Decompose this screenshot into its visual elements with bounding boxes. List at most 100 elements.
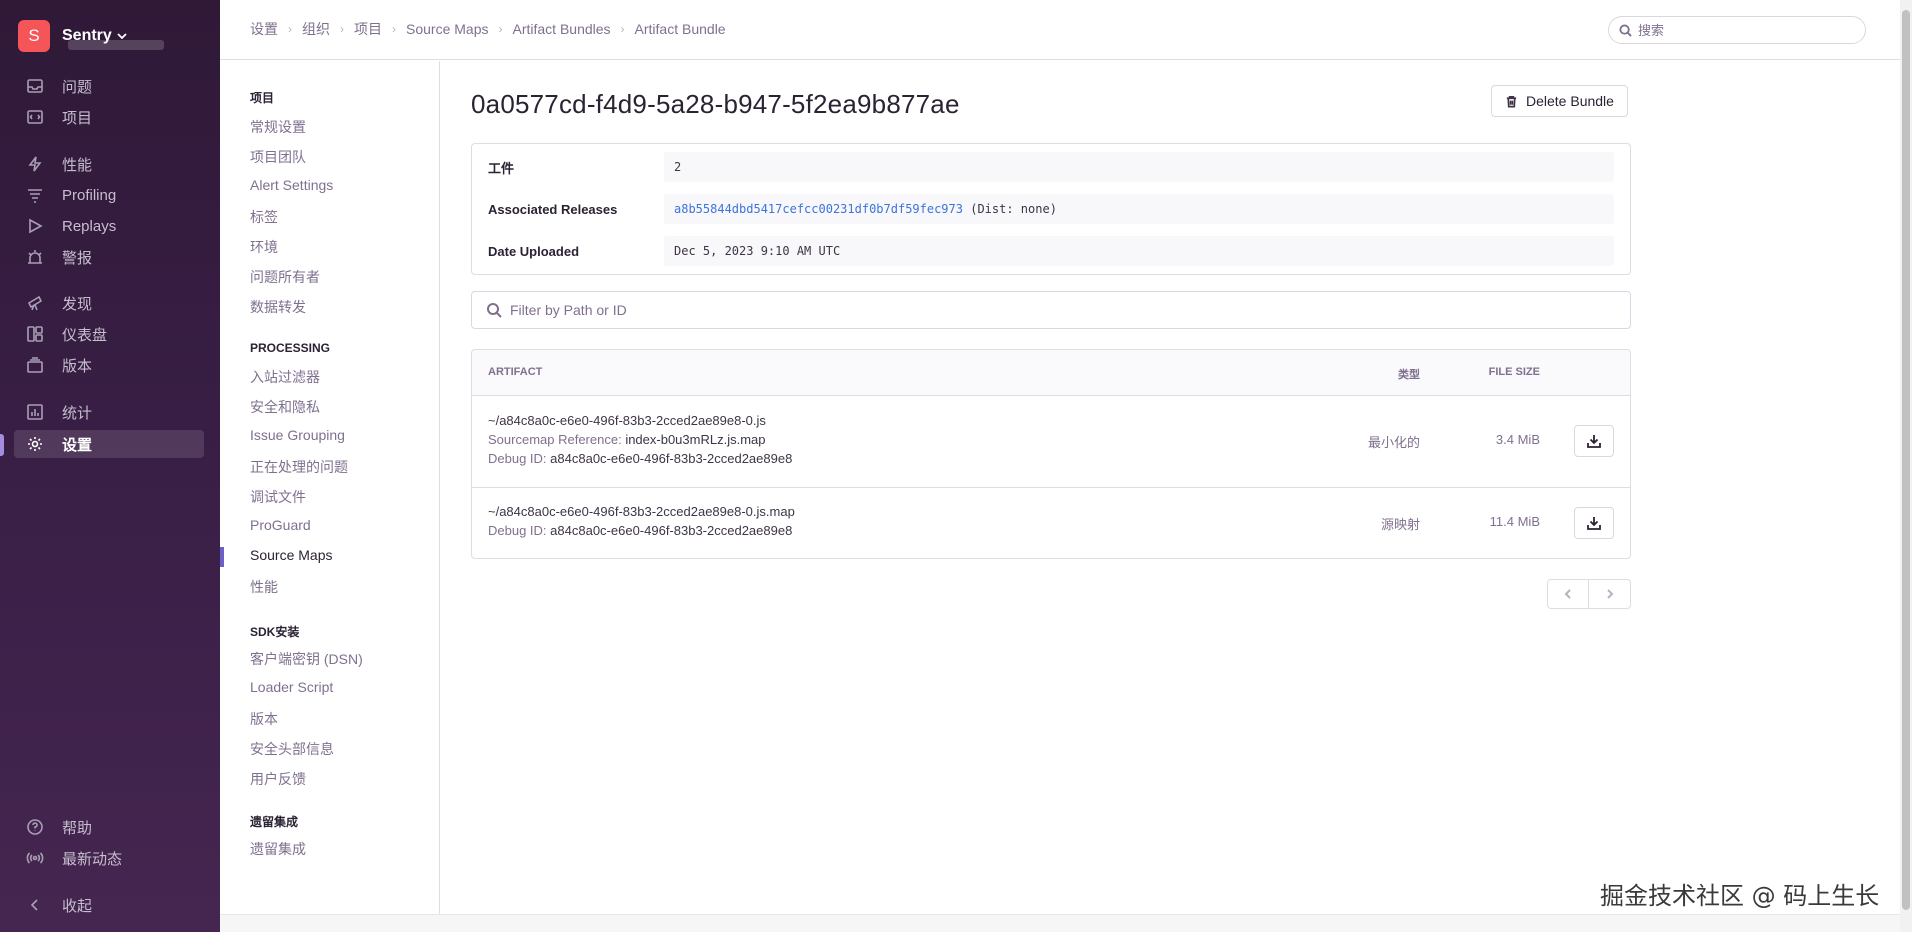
detail-value: 2 [664, 152, 1614, 182]
breadcrumb-item[interactable]: 设置 [250, 19, 278, 39]
main-content: 0a0577cd-f4d9-5a28-b947-5f2ea9b877ae Del… [441, 61, 1900, 914]
sidebar-item-whats-new[interactable]: 最新动态 [14, 844, 204, 872]
sidebar-item-stats[interactable]: 统计 [14, 398, 204, 426]
subnav-item[interactable]: 常规设置 [250, 117, 306, 137]
subnav-item[interactable]: 遗留集成 [250, 839, 306, 859]
sidebar-item-profiling[interactable]: Profiling [14, 181, 204, 209]
sidebar-item-releases[interactable]: 版本 [14, 351, 204, 379]
artifact-path: ~/a84c8a0c-e6e0-496f-83b3-2cced2ae89e8-0… [488, 504, 795, 519]
download-icon [1587, 517, 1601, 530]
chevron-right-icon [1606, 589, 1613, 599]
debug-id-value: a84c8a0c-e6e0-496f-83b3-2cced2ae89e8 [550, 451, 793, 466]
subnav-item[interactable]: Loader Script [250, 679, 333, 695]
sidebar-item-discover[interactable]: 发现 [14, 289, 204, 317]
subnav-item[interactable]: 用户反馈 [250, 769, 306, 789]
sidebar-collapse-button[interactable]: 收起 [14, 891, 204, 919]
subnav-item[interactable]: 性能 [250, 577, 278, 597]
search-icon [1619, 23, 1632, 37]
filter-input[interactable] [510, 302, 1510, 318]
horizontal-scrollbar[interactable] [220, 914, 1900, 932]
gear-icon [20, 435, 50, 453]
lightning-icon [20, 155, 50, 173]
chevron-left-icon [1564, 589, 1571, 599]
subnav-item[interactable]: 版本 [250, 709, 278, 729]
subnav-section-title: PROCESSING [250, 341, 331, 355]
subnav-item[interactable]: 正在处理的问题 [250, 457, 348, 477]
breadcrumb-item[interactable]: 组织 [302, 19, 330, 39]
broadcast-icon [20, 849, 50, 867]
inbox-icon [20, 77, 50, 95]
debug-id-label: Debug ID: [488, 451, 547, 466]
sidebar-item-issues[interactable]: 问题 [14, 72, 204, 100]
detail-value: Dec 5, 2023 9:10 AM UTC [664, 236, 1614, 266]
release-link[interactable]: a8b55844dbd5417cefcc00231df0b7df59fec973 [674, 202, 963, 216]
detail-key: Date Uploaded [488, 243, 580, 259]
bundle-details: 工件 2 Associated Releases a8b55844dbd5417… [471, 143, 1631, 275]
search-box[interactable] [1608, 16, 1866, 44]
detail-key: Associated Releases [488, 201, 618, 217]
sidebar: S Sentry 问题 项目 性能 Profiling Replays 警报 发… [0, 0, 220, 932]
artifact-cell: ~/a84c8a0c-e6e0-496f-83b3-2cced2ae89e8-0… [488, 502, 795, 540]
settings-subnav: 项目 常规设置 项目团队 Alert Settings 标签 环境 问题所有者 … [220, 61, 440, 914]
sidebar-item-performance[interactable]: 性能 [14, 150, 204, 178]
profiling-icon [20, 186, 50, 204]
subnav-item[interactable]: 客户端密钥 (DSN) [250, 649, 363, 669]
sidebar-item-replays[interactable]: Replays [14, 212, 204, 240]
sidebar-item-dashboards[interactable]: 仪表盘 [14, 320, 204, 348]
stats-icon [20, 403, 50, 421]
debug-id-label: Debug ID: [488, 523, 547, 538]
search-input[interactable] [1638, 22, 1838, 38]
detail-row-artifacts: 工件 2 [472, 150, 1630, 184]
breadcrumb-item[interactable]: 项目 [354, 19, 382, 39]
breadcrumb-item[interactable]: Source Maps [406, 21, 488, 37]
detail-key: 工件 [488, 160, 515, 176]
sidebar-item-help[interactable]: 帮助 [14, 813, 204, 841]
ref-label: Sourcemap Reference: [488, 432, 622, 447]
subnav-item[interactable]: Issue Grouping [250, 427, 345, 443]
org-avatar: S [18, 20, 50, 52]
breadcrumb: 设置 › 组织 › 项目 › Source Maps › Artifact Bundle… [250, 19, 726, 39]
subnav-item[interactable]: 调试文件 [250, 487, 306, 507]
scrollbar-thumb[interactable] [1902, 10, 1910, 910]
watermark: 掘金技术社区 @ 码上生长 [1600, 882, 1880, 910]
subnav-item[interactable]: 问题所有者 [250, 267, 320, 287]
next-page-button[interactable] [1589, 579, 1631, 609]
ref-value: index-b0u3mRLz.js.map [625, 432, 766, 447]
search-icon [487, 303, 502, 318]
subnav-item[interactable]: Alert Settings [250, 177, 333, 193]
detail-row-releases: Associated Releases a8b55844dbd5417cefcc… [472, 192, 1630, 226]
column-header-size: FILE SIZE [1488, 366, 1540, 378]
siren-icon [20, 248, 50, 266]
subnav-item[interactable]: 数据转发 [250, 297, 306, 317]
subnav-item[interactable]: 安全头部信息 [250, 739, 334, 759]
subnav-section-title: 遗留集成 [250, 815, 299, 829]
sidebar-item-settings[interactable]: 设置 [14, 430, 204, 458]
trash-icon [1506, 95, 1517, 107]
sidebar-item-projects[interactable]: 项目 [14, 103, 204, 131]
breadcrumb-item[interactable]: Artifact Bundles [512, 21, 610, 37]
artifact-size: 11.4 MiB [1489, 514, 1540, 529]
table-header: ARTIFACT 类型 FILE SIZE [472, 350, 1630, 396]
page-title: 0a0577cd-f4d9-5a28-b947-5f2ea9b877ae [471, 89, 960, 119]
subnav-item[interactable]: 入站过滤器 [250, 367, 320, 387]
delete-bundle-button[interactable]: Delete Bundle [1491, 85, 1628, 117]
subnav-active-indicator [220, 547, 224, 567]
subnav-section-title: SDK安装 [250, 625, 300, 639]
subnav-item[interactable]: ProGuard [250, 517, 311, 533]
subnav-section-title: 项目 [250, 91, 275, 105]
pagination [1547, 579, 1631, 609]
top-bar: 设置 › 组织 › 项目 › Source Maps › Artifact Bundle… [220, 0, 1900, 60]
subnav-item[interactable]: 安全和隐私 [250, 397, 320, 417]
filter-box[interactable] [471, 291, 1631, 329]
subnav-item[interactable]: 项目团队 [250, 147, 306, 167]
download-button[interactable] [1574, 425, 1614, 457]
sidebar-item-alerts[interactable]: 警报 [14, 243, 204, 271]
prev-page-button[interactable] [1547, 579, 1589, 609]
subnav-item-source-maps[interactable]: Source Maps [250, 547, 332, 563]
release-dist: (Dist: none) [970, 202, 1057, 216]
subnav-item[interactable]: 环境 [250, 237, 278, 257]
subnav-item[interactable]: 标签 [250, 207, 278, 227]
download-button[interactable] [1574, 507, 1614, 539]
question-icon [20, 818, 50, 836]
play-icon [20, 217, 50, 235]
